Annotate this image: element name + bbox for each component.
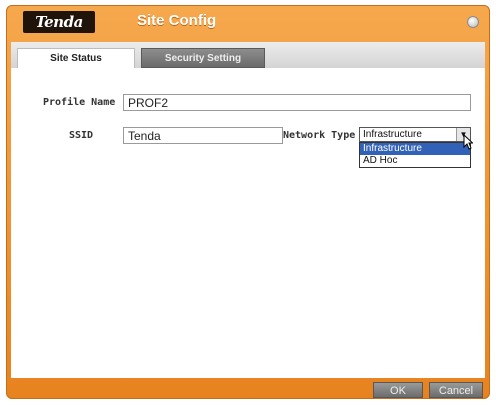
ssid-label: SSID [69, 130, 94, 141]
tab-security-setting[interactable]: Security Setting [141, 48, 265, 68]
ok-button[interactable]: OK [373, 382, 423, 398]
profile-name-input[interactable]: PROF2 [123, 94, 471, 111]
button-bar: OK Cancel [7, 380, 489, 400]
network-type-select[interactable]: Infrastructure ▼ [359, 127, 471, 142]
option-ad-hoc[interactable]: AD Hoc [360, 155, 470, 167]
network-type-dropdown: Infrastructure AD Hoc [359, 142, 471, 168]
option-infrastructure[interactable]: Infrastructure [360, 143, 470, 155]
tenda-logo: Tenda [23, 11, 95, 33]
cancel-button[interactable]: Cancel [429, 382, 483, 398]
site-config-window: Tenda Site Config Site Status Security S… [6, 5, 490, 399]
close-icon[interactable] [467, 16, 479, 28]
ssid-input[interactable]: Tenda [123, 127, 283, 144]
profile-name-label: Profile Name [43, 97, 116, 108]
site-status-panel: Profile Name PROF2 SSID Tenda Network Ty… [11, 68, 485, 378]
mouse-pointer-icon [463, 134, 473, 150]
tab-site-status[interactable]: Site Status [17, 48, 135, 68]
tab-bar: Site Status Security Setting [11, 42, 485, 68]
window-title: Site Config [137, 12, 217, 29]
network-type-selected-value: Infrastructure [363, 129, 422, 140]
network-type-label: Network Type [283, 130, 356, 141]
title-bar: Tenda Site Config [7, 6, 489, 36]
